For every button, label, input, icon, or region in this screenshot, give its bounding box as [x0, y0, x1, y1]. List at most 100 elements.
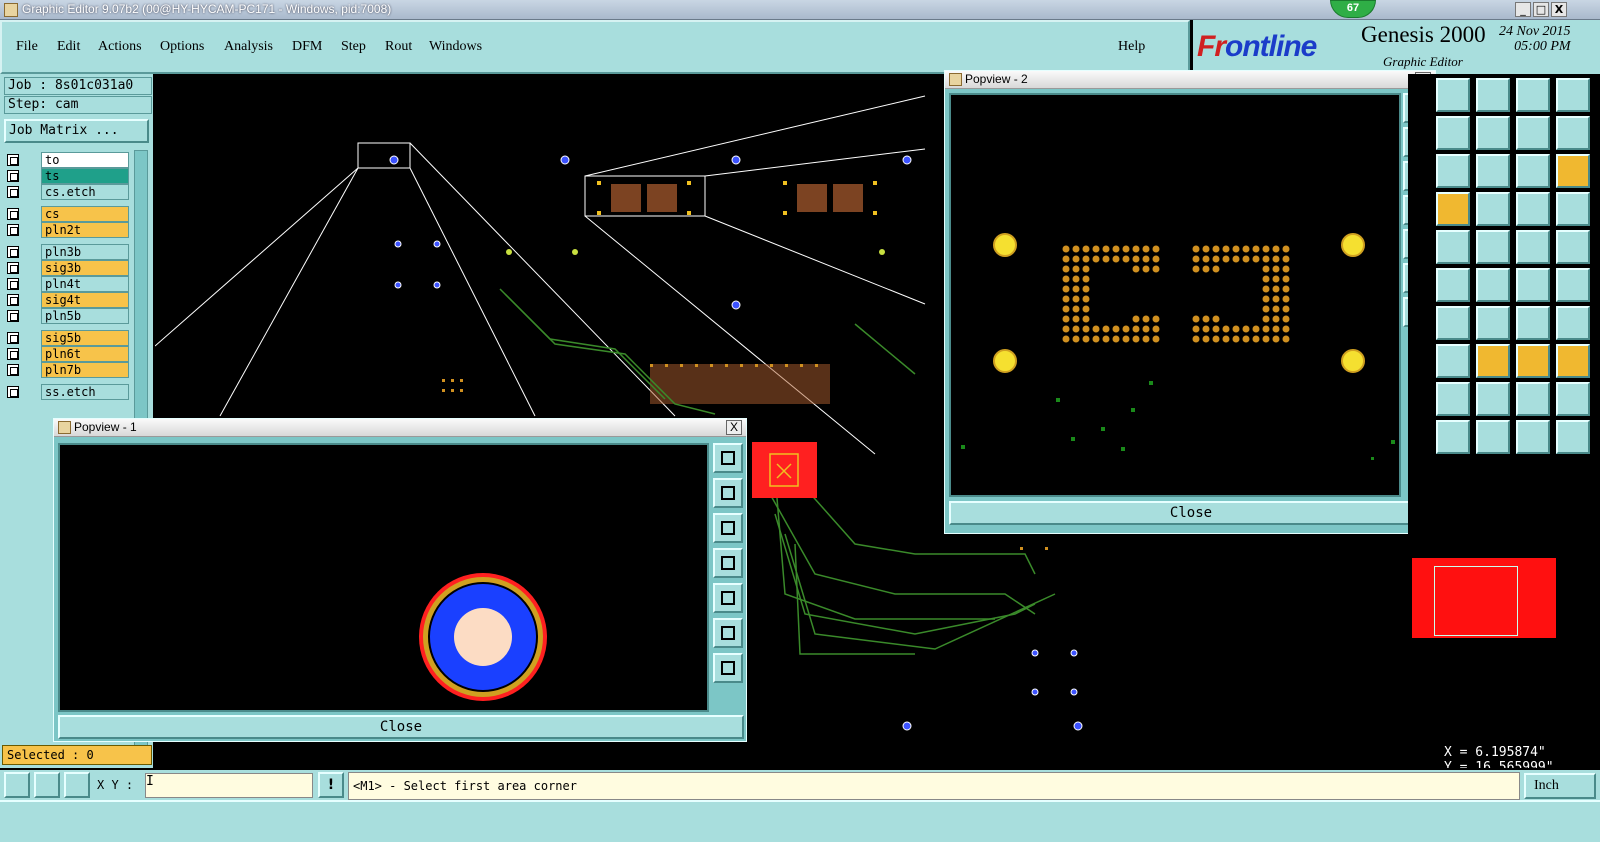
layer-row[interactable]: ss.etch — [4, 384, 134, 400]
tool-button-icon[interactable] — [1476, 382, 1510, 416]
layer-checkbox[interactable] — [7, 262, 19, 274]
tool-button-icon[interactable] — [1516, 192, 1550, 226]
tool-button-icon[interactable] — [1436, 382, 1470, 416]
layer-row[interactable]: sig4t — [4, 292, 134, 308]
layer-row[interactable]: pln7b — [4, 362, 134, 378]
layer-checkbox[interactable] — [7, 294, 19, 306]
layer-name[interactable]: sig5b — [41, 330, 129, 346]
tool-button-icon[interactable] — [1516, 116, 1550, 150]
layer-row[interactable]: pln2t — [4, 222, 134, 238]
tool-button-icon[interactable] — [1436, 192, 1470, 226]
tool-button-icon[interactable] — [1556, 420, 1590, 454]
layer-row[interactable]: cs — [4, 206, 134, 222]
pan-left-icon[interactable] — [713, 548, 743, 578]
units-dropdown[interactable]: Inch — [1524, 773, 1596, 799]
pan-right-icon[interactable] — [713, 583, 743, 613]
layer-checkbox[interactable] — [7, 186, 19, 198]
zoom-window-icon[interactable] — [713, 443, 743, 473]
layer-row[interactable]: pln3b — [4, 244, 134, 260]
layer-row[interactable]: pln5b — [4, 308, 134, 324]
warning-button[interactable]: ! — [318, 772, 344, 798]
layer-checkbox[interactable] — [7, 348, 19, 360]
tool-button-icon[interactable] — [1476, 230, 1510, 264]
tool-button-icon[interactable] — [1556, 78, 1590, 112]
tool-button-icon[interactable] — [1516, 344, 1550, 378]
tool-button-icon[interactable] — [1476, 116, 1510, 150]
tool-button-icon[interactable] — [1556, 192, 1590, 226]
menu-actions[interactable]: Actions — [98, 39, 142, 55]
tool-button-icon[interactable] — [1436, 268, 1470, 302]
layer-name[interactable]: sig3b — [41, 260, 129, 276]
view-rectangle[interactable] — [1434, 566, 1518, 636]
zoom-out-icon[interactable] — [713, 653, 743, 683]
layer-name[interactable]: ts — [41, 168, 129, 184]
tool-button-icon[interactable] — [1436, 230, 1470, 264]
xy-input[interactable]: I — [145, 773, 313, 798]
tool-button-icon[interactable] — [1556, 230, 1590, 264]
layer-name[interactable]: sig4t — [41, 292, 129, 308]
layer-name[interactable]: cs — [41, 206, 129, 222]
tool-button-icon[interactable] — [1556, 306, 1590, 340]
tool-button-icon[interactable] — [1436, 420, 1470, 454]
snap-icon[interactable] — [4, 772, 30, 798]
overview-map[interactable] — [1408, 552, 1600, 652]
popview-2-close-button[interactable]: Close — [949, 501, 1433, 525]
pan-down-icon[interactable] — [713, 513, 743, 543]
tool-button-icon[interactable] — [1476, 268, 1510, 302]
tool-button-icon[interactable] — [1476, 154, 1510, 188]
menu-analysis[interactable]: Analysis — [224, 39, 273, 55]
tool-button-icon[interactable] — [1516, 154, 1550, 188]
menu-dfm[interactable]: DFM — [292, 39, 322, 55]
tool-button-icon[interactable] — [1516, 420, 1550, 454]
layer-name[interactable]: cs.etch — [41, 184, 129, 200]
layer-checkbox[interactable] — [7, 154, 19, 166]
minimize-button[interactable]: _ — [1515, 2, 1531, 17]
tool-button-icon[interactable] — [1556, 344, 1590, 378]
popview-1-close-x[interactable]: X — [726, 420, 742, 435]
popview-2-view[interactable] — [949, 93, 1401, 497]
close-window-button[interactable]: X — [1551, 2, 1567, 17]
layer-name[interactable]: pln5b — [41, 308, 129, 324]
layer-checkbox[interactable] — [7, 278, 19, 290]
layer-checkbox[interactable] — [7, 310, 19, 322]
zoom-in-icon[interactable] — [713, 618, 743, 648]
layer-row[interactable]: cs.etch — [4, 184, 134, 200]
layer-checkbox[interactable] — [7, 224, 19, 236]
pan-up-icon[interactable] — [713, 478, 743, 508]
layer-row[interactable]: pln6t — [4, 346, 134, 362]
layer-checkbox[interactable] — [7, 170, 19, 182]
tool-button-icon[interactable] — [1556, 154, 1590, 188]
layer-name[interactable]: pln7b — [41, 362, 129, 378]
menu-step[interactable]: Step — [341, 39, 366, 55]
tool-button-icon[interactable] — [1436, 116, 1470, 150]
tool-button-icon[interactable] — [1436, 306, 1470, 340]
maximize-button[interactable]: □ — [1533, 2, 1549, 17]
menu-help[interactable]: Help — [1118, 39, 1145, 55]
layer-name[interactable]: pln3b — [41, 244, 129, 260]
layer-name[interactable]: pln4t — [41, 276, 129, 292]
layer-name[interactable]: pln6t — [41, 346, 129, 362]
tool-button-icon[interactable] — [1436, 78, 1470, 112]
layer-row[interactable]: ts — [4, 168, 134, 184]
layer-name[interactable]: to — [41, 152, 129, 168]
layer-row[interactable]: to — [4, 152, 134, 168]
popview-1-close-button[interactable]: Close — [58, 715, 744, 739]
tool-button-icon[interactable] — [1476, 192, 1510, 226]
tool-button-icon[interactable] — [1516, 78, 1550, 112]
menu-file[interactable]: File — [16, 39, 38, 55]
popview-1-view[interactable] — [58, 443, 709, 712]
layer-row[interactable]: pln4t — [4, 276, 134, 292]
layer-row[interactable]: sig3b — [4, 260, 134, 276]
tool-button-icon[interactable] — [1556, 116, 1590, 150]
layer-checkbox[interactable] — [7, 386, 19, 398]
tool-button-icon[interactable] — [1516, 306, 1550, 340]
menu-options[interactable]: Options — [160, 39, 204, 55]
tool-button-icon[interactable] — [1476, 78, 1510, 112]
layer-name[interactable]: pln2t — [41, 222, 129, 238]
measure-icon[interactable] — [34, 772, 60, 798]
tool-button-icon[interactable] — [1556, 382, 1590, 416]
tool-button-icon[interactable] — [1516, 268, 1550, 302]
layer-checkbox[interactable] — [7, 364, 19, 376]
tool-button-icon[interactable] — [1476, 306, 1510, 340]
layer-checkbox[interactable] — [7, 332, 19, 344]
